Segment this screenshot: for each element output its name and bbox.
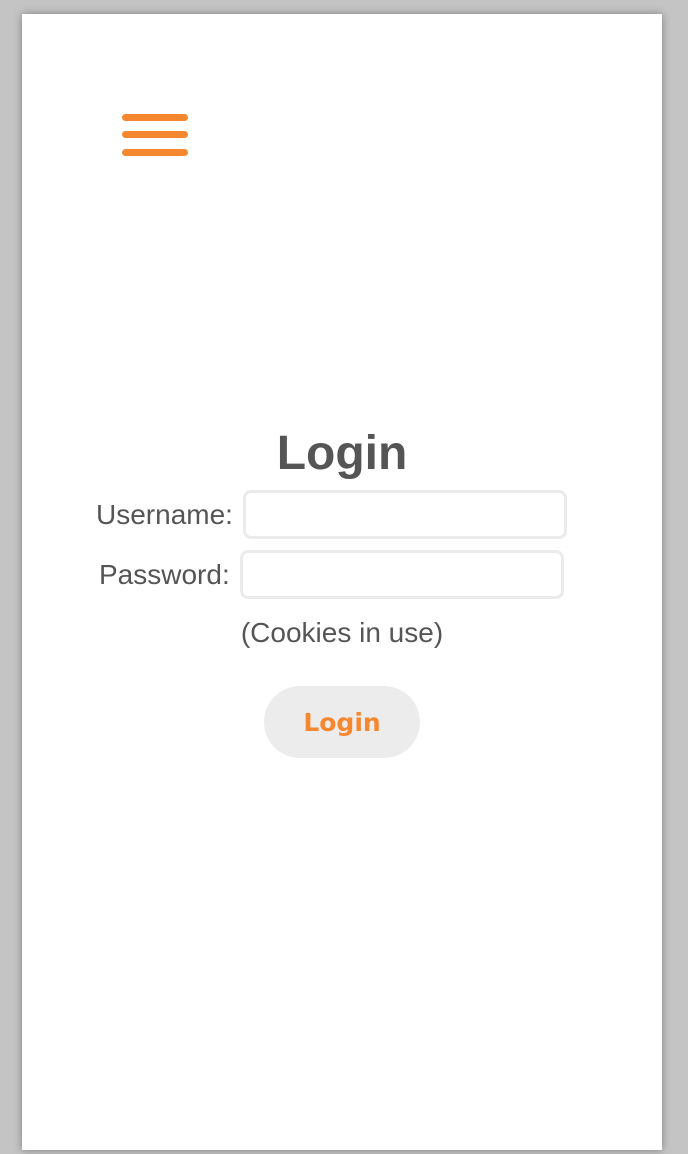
cookies-note: (Cookies in use) bbox=[240, 617, 444, 648]
hamburger-menu-icon[interactable] bbox=[122, 112, 188, 158]
password-label: Password: bbox=[99, 558, 230, 590]
login-page: Login Username: Password: (Cookies in us… bbox=[22, 14, 662, 1150]
username-row: Username: bbox=[96, 490, 567, 539]
password-row: Password: bbox=[99, 550, 564, 599]
menu-bar bbox=[122, 131, 188, 138]
username-input[interactable] bbox=[242, 490, 567, 539]
menu-bar bbox=[122, 149, 188, 156]
page-title: Login bbox=[276, 427, 408, 480]
login-button[interactable]: Login bbox=[264, 686, 420, 758]
password-input[interactable] bbox=[239, 550, 564, 599]
menu-bar bbox=[122, 114, 188, 121]
username-label: Username: bbox=[96, 498, 233, 530]
